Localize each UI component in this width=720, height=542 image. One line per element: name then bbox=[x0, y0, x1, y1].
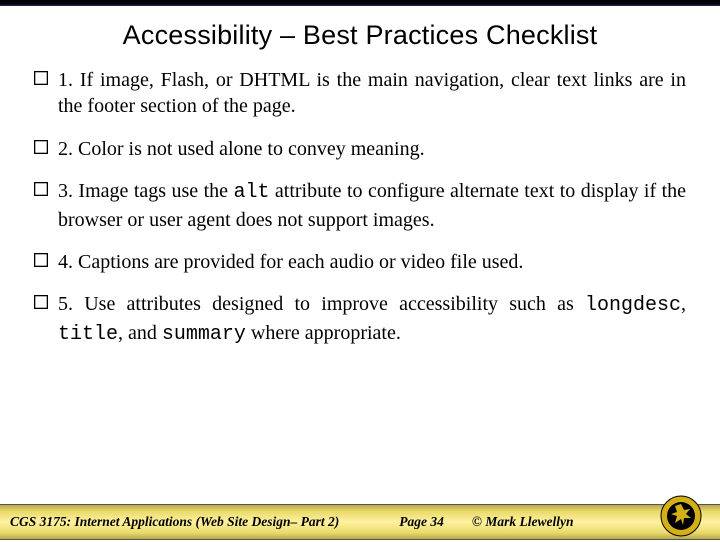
list-item: 3. Image tags use the alt attribute to c… bbox=[34, 178, 686, 233]
list-item: 4. Captions are provided for each audio … bbox=[34, 249, 686, 275]
list-item-text: 2. Color is not used alone to convey mea… bbox=[58, 136, 686, 162]
checkbox-icon bbox=[34, 178, 58, 196]
footer-copyright: © Mark Llewellyn bbox=[472, 514, 574, 530]
list-item-text: 3. Image tags use the alt attribute to c… bbox=[58, 178, 686, 233]
checkbox-icon bbox=[34, 136, 58, 154]
list-item-text: 4. Captions are provided for each audio … bbox=[58, 249, 686, 275]
list-item: 5. Use attributes designed to improve ac… bbox=[34, 291, 686, 348]
slide-title: Accessibility – Best Practices Checklist bbox=[0, 6, 720, 61]
list-item-text: 1. If image, Flash, or DHTML is the main… bbox=[58, 67, 686, 120]
footer-course: CGS 3175: Internet Applications (Web Sit… bbox=[10, 514, 339, 530]
list-item-text: 5. Use attributes designed to improve ac… bbox=[58, 291, 686, 348]
list-item: 1. If image, Flash, or DHTML is the main… bbox=[34, 67, 686, 120]
checkbox-icon bbox=[34, 67, 58, 85]
checkbox-icon bbox=[34, 291, 58, 309]
checkbox-icon bbox=[34, 249, 58, 267]
footer-bar: CGS 3175: Internet Applications (Web Sit… bbox=[0, 504, 720, 540]
footer-page: Page 34 bbox=[399, 514, 444, 530]
checklist: 1. If image, Flash, or DHTML is the main… bbox=[0, 61, 720, 348]
list-item: 2. Color is not used alone to convey mea… bbox=[34, 136, 686, 162]
ucf-logo bbox=[660, 495, 702, 537]
